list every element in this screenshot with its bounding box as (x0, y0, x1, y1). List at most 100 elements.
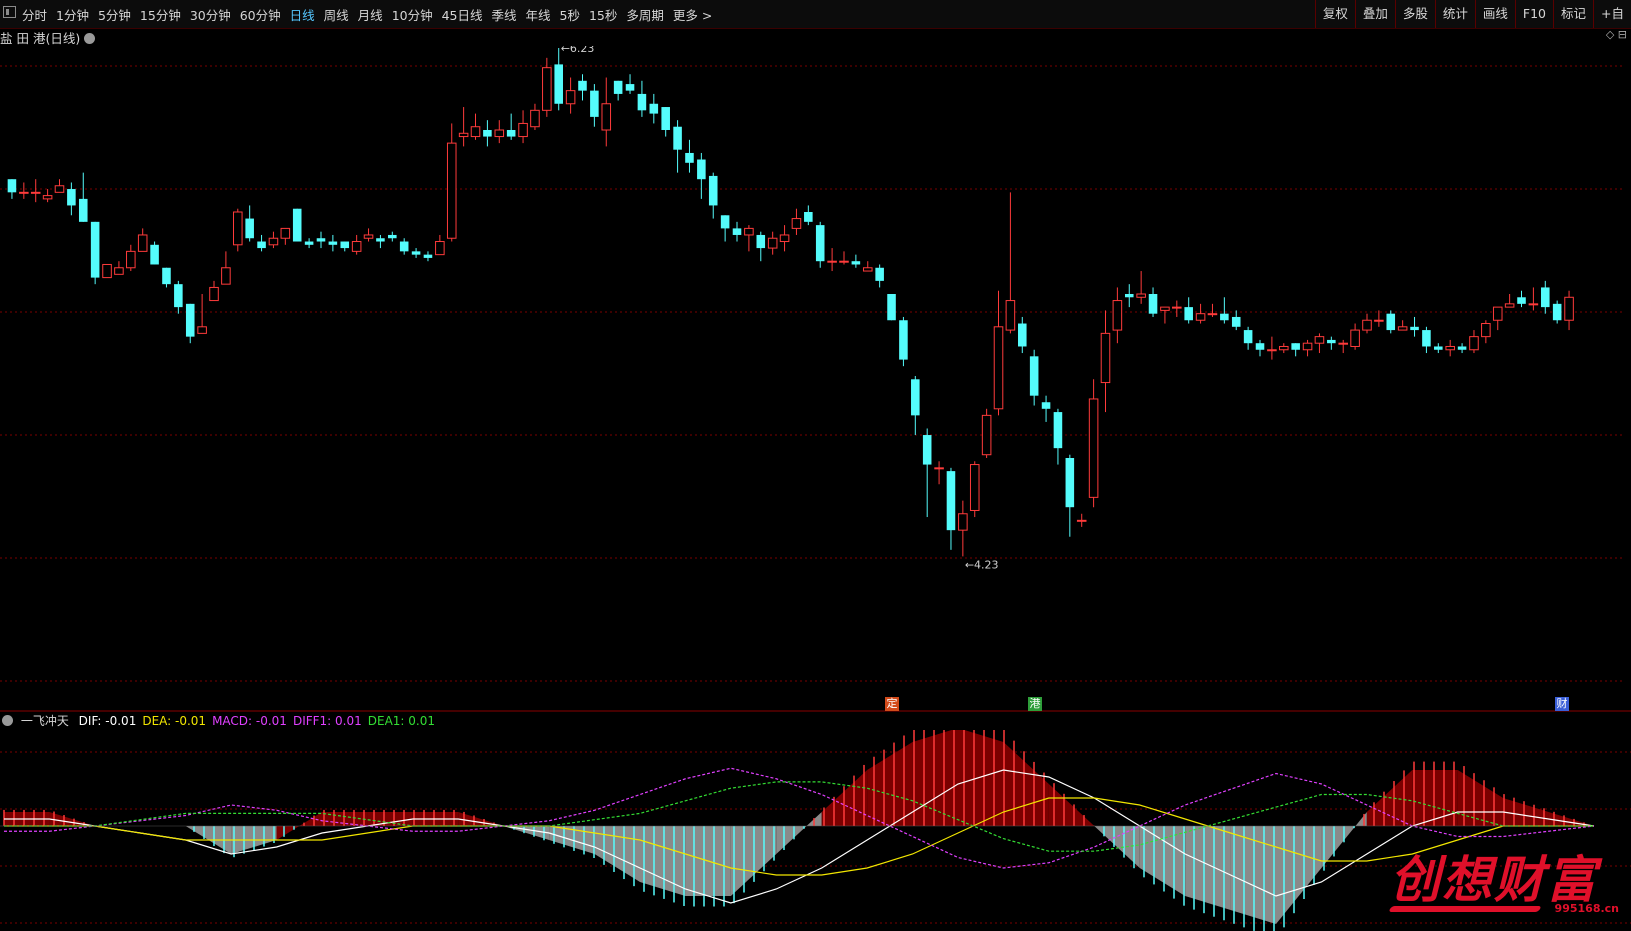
candle (1541, 280, 1550, 314)
candle (1410, 316, 1419, 337)
candle (30, 179, 41, 203)
candle (1528, 287, 1539, 311)
candle (1386, 310, 1396, 334)
candle (1469, 330, 1479, 354)
period-tabs: 分时 1分钟 5分钟 15分钟 30分钟 60分钟 日线 周线 月线 10分钟 45日线 季线 年线 5秒… (22, 0, 721, 28)
candle (150, 241, 159, 265)
panel-toggle-icon[interactable] (3, 6, 16, 18)
indicator-value-3: DIFF1: 0.01 (292, 714, 362, 728)
candle (720, 215, 730, 242)
candle (851, 254, 861, 268)
candle (102, 263, 112, 279)
period-tab-16[interactable]: 更多 > (673, 5, 712, 24)
candle (922, 428, 932, 518)
candle (245, 205, 254, 242)
tool-button-4[interactable]: 画线 (1474, 0, 1515, 28)
candle (137, 228, 148, 252)
candle (78, 172, 88, 222)
indicator-value-0: DIF: -0.01 (78, 714, 137, 728)
period-tab-3[interactable]: 15分钟 (140, 5, 181, 24)
candle (969, 461, 980, 518)
period-tab-6[interactable]: 日线 (290, 5, 315, 24)
candle (1457, 343, 1467, 354)
macd-area (1003, 742, 1049, 826)
candle (590, 84, 599, 127)
macd-chart[interactable] (0, 730, 1631, 931)
candle (911, 376, 920, 436)
diff1-line (4, 767, 1595, 869)
candle (1445, 339, 1455, 357)
candle (1243, 326, 1253, 350)
candle (1517, 290, 1526, 308)
chevron-down-icon[interactable] (84, 33, 96, 44)
candle (993, 290, 1004, 416)
period-tab-4[interactable]: 30分钟 (190, 5, 231, 24)
period-tab-0[interactable]: 分时 (22, 5, 47, 24)
event-marker-2[interactable]: 财 (1555, 697, 1569, 711)
candle (1552, 300, 1562, 324)
candle (328, 234, 338, 252)
candle (363, 228, 374, 242)
candle (7, 179, 17, 199)
candle (815, 221, 825, 268)
candle (174, 280, 183, 314)
period-tab-2[interactable]: 5分钟 (98, 5, 131, 24)
macd-area (1548, 812, 1594, 826)
indicator-menu-icon[interactable] (2, 715, 13, 726)
stock-title-bar: 盐 田 港(日线) (0, 28, 96, 46)
candle (1018, 316, 1027, 354)
candle (554, 48, 563, 111)
indicator-name: 一飞冲天 (20, 714, 69, 728)
candle (470, 113, 481, 140)
candle (530, 103, 540, 130)
candle (292, 208, 302, 242)
tool-button-3[interactable]: 统计 (1434, 0, 1475, 28)
macd-area (49, 812, 95, 826)
tool-button-2[interactable]: 多股 (1394, 0, 1435, 28)
tool-button-5[interactable]: F10 (1514, 0, 1553, 28)
candle (744, 225, 754, 252)
period-tab-8[interactable]: 月线 (358, 5, 383, 24)
period-tab-9[interactable]: 10分钟 (392, 5, 433, 24)
period-tab-12[interactable]: 年线 (526, 5, 551, 24)
event-marker-0[interactable]: 定 (885, 697, 899, 711)
macd-area (458, 812, 504, 826)
period-tab-10[interactable]: 45日线 (442, 5, 483, 24)
tool-button-1[interactable]: 叠加 (1354, 0, 1395, 28)
candle (1231, 310, 1241, 331)
candle (411, 248, 421, 258)
candle (316, 231, 326, 249)
watermark-url: 995168.cn (1554, 902, 1619, 915)
candle (1220, 297, 1229, 324)
period-tab-1[interactable]: 1分钟 (56, 5, 89, 24)
period-tab-5[interactable]: 60分钟 (240, 5, 281, 24)
candle (661, 107, 670, 137)
macd-area (912, 730, 958, 826)
candle (601, 77, 612, 147)
event-marker-1[interactable]: 港 (1028, 697, 1042, 711)
candle (875, 264, 884, 288)
tool-button-0[interactable]: 复权 (1314, 0, 1355, 28)
indicator-legend: 一飞冲天 DIF: -0.01 DEA: -0.01 MACD: -0.01 DIFF… (0, 712, 1631, 730)
period-tab-7[interactable]: 周线 (324, 5, 349, 24)
candle (732, 221, 742, 242)
candle (756, 231, 766, 262)
candle (685, 139, 694, 173)
candle (1088, 379, 1099, 508)
tool-button-7[interactable]: +自 (1593, 0, 1631, 28)
period-tab-13[interactable]: 5秒 (560, 5, 580, 24)
candle (435, 234, 445, 256)
candle (1005, 192, 1016, 334)
candle (19, 182, 29, 199)
candle (625, 74, 635, 94)
candle (1029, 349, 1039, 406)
candle (827, 248, 837, 272)
corner-controls[interactable]: ◇ ⊟ (1606, 28, 1627, 41)
period-tab-11[interactable]: 季线 (492, 5, 517, 24)
candle (791, 208, 802, 235)
tool-button-6[interactable]: 标记 (1553, 0, 1593, 28)
candlestick-chart[interactable]: ←6.23 ←4.23 (0, 46, 1631, 712)
period-tab-14[interactable]: 15秒 (589, 5, 617, 24)
candle (1112, 287, 1123, 344)
period-tab-15[interactable]: 多周期 (626, 5, 664, 24)
